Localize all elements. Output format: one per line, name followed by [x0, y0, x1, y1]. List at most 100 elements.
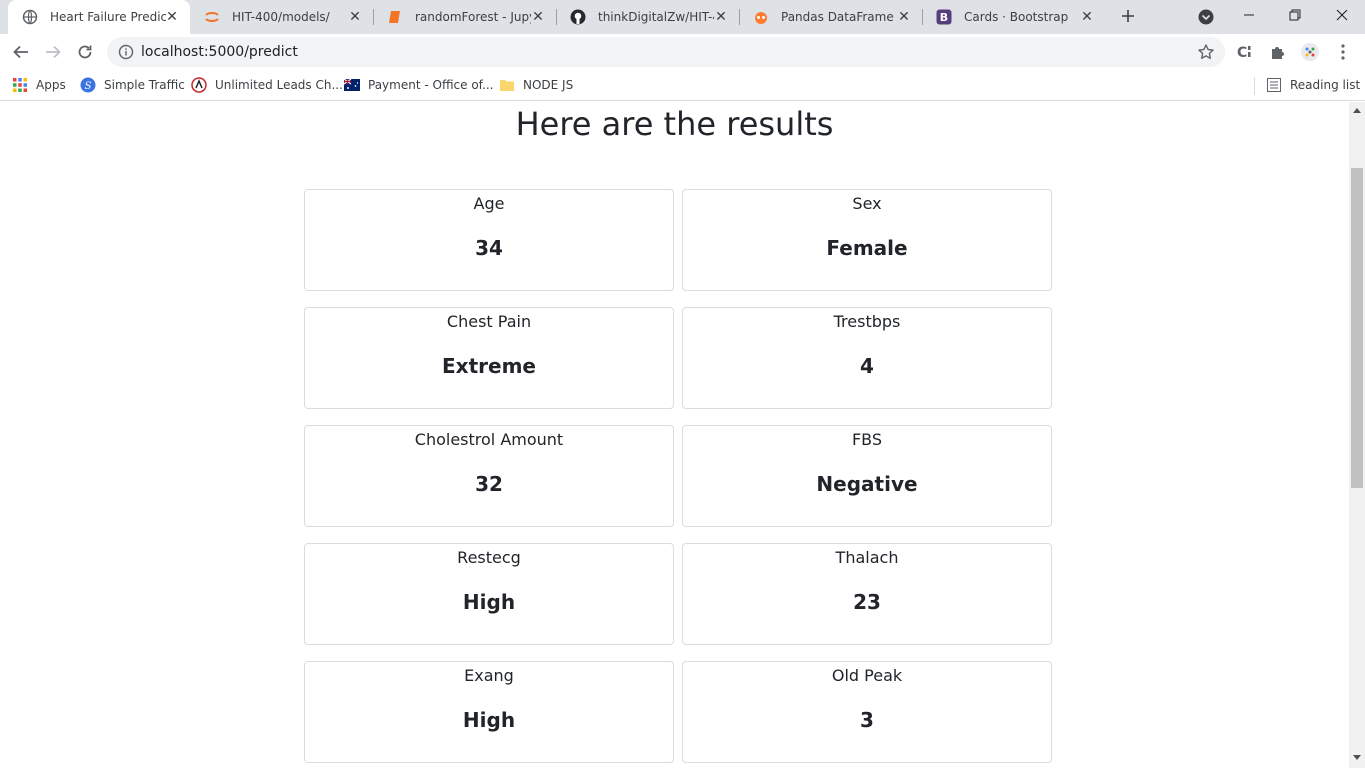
minimize-button[interactable] [1226, 0, 1272, 30]
close-window-button[interactable] [1319, 0, 1365, 30]
card-value: 4 [860, 354, 874, 378]
jupyter-icon [204, 9, 220, 25]
tab-title: randomForest - Jupyter [415, 10, 531, 24]
card-label: Age [473, 194, 505, 213]
card-value: Negative [816, 472, 918, 496]
tab-title: Cards · Bootstrap [964, 10, 1069, 24]
arrow-right-icon [46, 45, 61, 59]
tab-title: Pandas DataFrame info [781, 10, 897, 24]
bookmark-node-js[interactable]: NODE JS [499, 75, 573, 95]
profile-avatar[interactable] [1300, 42, 1320, 62]
restore-button[interactable] [1272, 0, 1318, 30]
info-icon[interactable] [118, 44, 134, 60]
bookmark-unlimited-leads[interactable]: Unlimited Leads Ch... [191, 75, 343, 95]
result-card-old-peak: Old Peak 3 [682, 661, 1052, 763]
card-label: Chest Pain [446, 312, 532, 331]
reading-list-button[interactable]: Reading list [1266, 75, 1360, 95]
svg-text:S: S [85, 81, 92, 92]
bookmark-label: Payment - Office of... [368, 78, 494, 92]
close-tab-icon[interactable]: ✕ [347, 9, 363, 25]
tab-strip: Heart Failure Prediction ✕ HIT-400/model… [0, 0, 1365, 34]
back-button[interactable] [9, 40, 33, 64]
card-value: 3 [860, 708, 874, 732]
github-icon [570, 9, 586, 25]
leads-icon [191, 77, 207, 93]
bookmark-label: Unlimited Leads Ch... [215, 78, 343, 92]
globe-icon [22, 9, 38, 25]
tab-hit-400-models[interactable]: HIT-400/models/ ✕ [190, 0, 373, 34]
card-label: Thalach [835, 548, 899, 567]
scroll-down-arrow-icon[interactable] [1353, 755, 1361, 760]
card-label: Old Peak [831, 666, 903, 685]
menu-button[interactable] [1333, 42, 1353, 62]
close-icon [1336, 9, 1348, 21]
card-value: Extreme [442, 354, 536, 378]
bookmark-label: Simple Traffic [104, 78, 185, 92]
tab-title: Heart Failure Prediction [50, 10, 166, 24]
tab-heart-failure-prediction[interactable]: Heart Failure Prediction ✕ [8, 0, 190, 34]
browser-toolbar: localhost:5000/predict C [0, 34, 1365, 70]
pandas-icon [753, 9, 769, 25]
result-card-sex: Sex Female [682, 189, 1052, 291]
card-label: Restecg [457, 548, 521, 567]
result-card-chest-pain: Chest Pain Extreme [304, 307, 674, 409]
minimize-icon [1244, 14, 1254, 16]
close-tab-icon[interactable]: ✕ [713, 9, 729, 25]
result-card-cholestrol-amount: Cholestrol Amount 32 [304, 425, 674, 527]
card-value: 32 [475, 472, 503, 496]
new-tab-button[interactable] [1117, 5, 1139, 27]
scrollbar-thumb[interactable] [1351, 168, 1363, 488]
close-tab-icon[interactable]: ✕ [530, 9, 546, 25]
plus-icon [1122, 10, 1134, 22]
card-label: Cholestrol Amount [414, 430, 564, 449]
close-tab-icon[interactable]: ✕ [1079, 9, 1095, 25]
page-viewport: Here are the results Age 34 Sex Female C… [0, 102, 1349, 768]
scroll-up-arrow-icon[interactable] [1353, 108, 1361, 113]
chevron-down-circle-icon [1198, 9, 1214, 25]
svg-text:B: B [940, 11, 948, 24]
reload-button[interactable] [73, 40, 97, 64]
folder-icon [499, 77, 515, 93]
tab-title: HIT-400/models/ [232, 10, 330, 24]
vertical-scrollbar[interactable] [1349, 102, 1365, 768]
bookmark-payment-office[interactable]: Payment - Office of... [344, 75, 493, 95]
bookmark-simple-traffic[interactable]: S Simple Traffic [80, 75, 185, 95]
close-tab-icon[interactable]: ✕ [896, 9, 912, 25]
card-label: FBS [851, 430, 883, 449]
forward-button[interactable] [41, 40, 65, 64]
reading-list-label: Reading list [1290, 78, 1361, 92]
tab-title: thinkDigitalZw/HIT-400 [598, 10, 714, 24]
extensions-button[interactable] [1268, 42, 1288, 62]
tab-github-thinkdigitalzw[interactable]: thinkDigitalZw/HIT-400 ✕ [556, 0, 739, 34]
extension-button[interactable]: C [1236, 42, 1256, 62]
svg-text:C: C [1237, 45, 1247, 61]
bookmarks-divider [1254, 77, 1255, 95]
card-value: 23 [853, 590, 881, 614]
card-value: High [462, 708, 516, 732]
result-card-thalach: Thalach 23 [682, 543, 1052, 645]
address-bar[interactable]: localhost:5000/predict [107, 37, 1225, 67]
more-vertical-icon [1341, 44, 1345, 60]
simple-traffic-icon: S [80, 77, 96, 93]
bootstrap-icon: B [936, 9, 952, 25]
avatar-icon [1301, 43, 1319, 61]
tab-randomforest-jupyter[interactable]: randomForest - Jupyter ✕ [373, 0, 556, 34]
url-text[interactable]: localhost:5000/predict [141, 37, 298, 67]
card-label: Trestbps [833, 312, 901, 331]
result-card-trestbps: Trestbps 4 [682, 307, 1052, 409]
puzzle-icon [1272, 47, 1284, 59]
card-label: Sex [852, 194, 882, 213]
result-card-fbs: FBS Negative [682, 425, 1052, 527]
tab-pandas-dataframe-info[interactable]: Pandas DataFrame info ✕ [739, 0, 922, 34]
card-value: 34 [475, 236, 503, 260]
close-tab-icon[interactable]: ✕ [164, 9, 180, 25]
tab-cards-bootstrap[interactable]: B Cards · Bootstrap ✕ [922, 0, 1105, 34]
bookmark-apps[interactable]: Apps [12, 75, 66, 95]
bookmark-label: Apps [36, 78, 66, 92]
result-card-age: Age 34 [304, 189, 674, 291]
tab-search-button[interactable] [1197, 8, 1215, 26]
australia-flag-icon [344, 77, 360, 93]
apps-grid-icon [12, 77, 28, 93]
result-card-exang: Exang High [304, 661, 674, 763]
bookmark-star-icon[interactable] [1197, 43, 1215, 61]
